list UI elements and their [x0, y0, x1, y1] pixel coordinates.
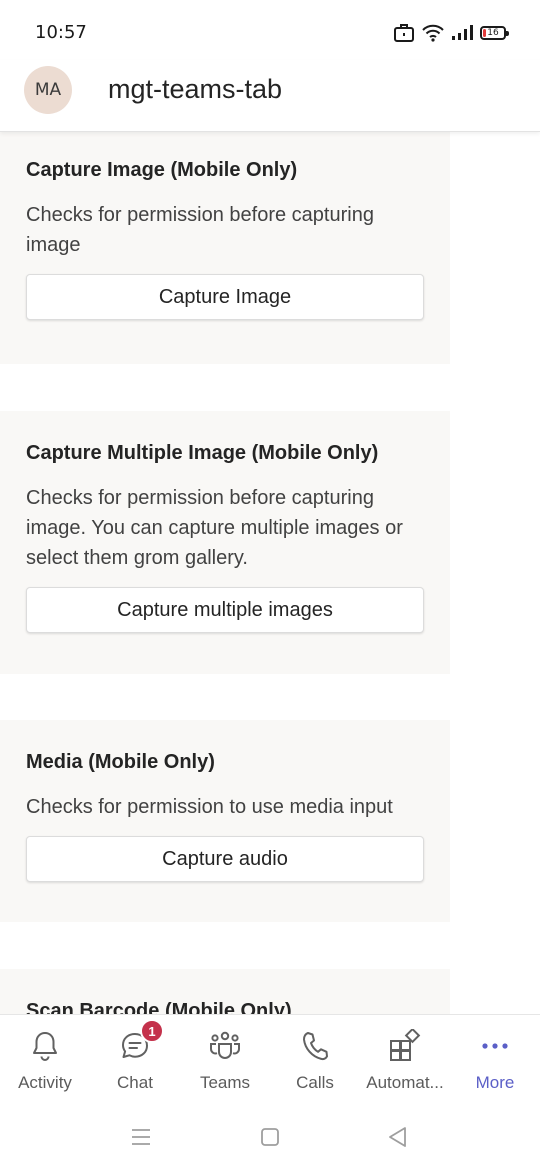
card-title: Capture Multiple Image (Mobile Only): [26, 442, 379, 464]
unread-badge: 1: [140, 1019, 164, 1043]
status-time: 10:57: [35, 22, 87, 43]
nav-label: Calls: [296, 1073, 334, 1092]
capture-multiple-images-button[interactable]: Capture multiple images: [26, 587, 424, 633]
card-description: Checks for permission before capturing i…: [26, 204, 374, 256]
wifi-icon: [422, 23, 444, 43]
nav-item-chat[interactable]: 1 Chat: [90, 1019, 180, 1093]
signal-icon: [451, 25, 473, 41]
card-description: Checks for permission before capturing i…: [26, 487, 403, 569]
system-nav: [0, 1104, 540, 1170]
page-title: mgt-teams-tab: [108, 74, 283, 104]
home-icon[interactable]: [255, 1124, 285, 1150]
screen: 10:57 16 MA mgt-teams-tab Capture Image …: [0, 0, 540, 1170]
nav-label: Activity: [18, 1073, 72, 1092]
nav-label: Teams: [199, 1073, 251, 1092]
card-capture-image: Capture Image (Mobile Only) Checks for p…: [0, 132, 450, 364]
capture-image-button[interactable]: Capture Image: [26, 274, 424, 320]
card-title: Media (Mobile Only): [26, 751, 215, 773]
nav-item-calls[interactable]: Calls: [270, 1029, 360, 1093]
status-icons: 16: [393, 22, 509, 44]
more-icon: [478, 1029, 512, 1063]
nav-label: Automat...: [366, 1073, 444, 1092]
tab-content[interactable]: Capture Image (Mobile Only) Checks for p…: [0, 132, 540, 1014]
menu-icon[interactable]: [126, 1124, 156, 1150]
battery-fill: [483, 29, 487, 37]
battery-level: 16: [487, 28, 499, 38]
apps-icon: [388, 1029, 422, 1063]
card-capture-multiple-image: Capture Multiple Image (Mobile Only) Che…: [0, 411, 450, 674]
card-scan-barcode: Scan Barcode (Mobile Only): [0, 969, 450, 1014]
card-description: Checks for permission to use media input: [26, 796, 393, 818]
back-icon[interactable]: [382, 1124, 412, 1150]
bottom-nav: Activity 1 Chat Teams Calls Automat... M…: [0, 1014, 540, 1104]
avatar[interactable]: MA: [24, 66, 72, 114]
chat-icon: 1: [118, 1019, 164, 1063]
nav-item-more[interactable]: More: [450, 1029, 540, 1093]
phone-icon: [298, 1029, 332, 1063]
bell-icon: [28, 1029, 62, 1063]
teams-icon: [208, 1029, 242, 1063]
battery-icon: 16: [480, 26, 509, 40]
briefcase-icon: [393, 22, 415, 44]
capture-audio-button[interactable]: Capture audio: [26, 836, 424, 882]
card-title: Scan Barcode (Mobile Only): [26, 1000, 292, 1014]
nav-label: More: [475, 1073, 515, 1092]
card-title: Capture Image (Mobile Only): [26, 159, 298, 181]
nav-item-automate[interactable]: Automat...: [360, 1029, 450, 1093]
app-header: MA mgt-teams-tab: [0, 60, 540, 132]
nav-item-activity[interactable]: Activity: [0, 1029, 90, 1093]
nav-label: Chat: [117, 1073, 153, 1092]
status-bar: 10:57 16: [0, 0, 540, 60]
card-media: Media (Mobile Only) Checks for permissio…: [0, 720, 450, 922]
nav-item-teams[interactable]: Teams: [180, 1029, 270, 1093]
